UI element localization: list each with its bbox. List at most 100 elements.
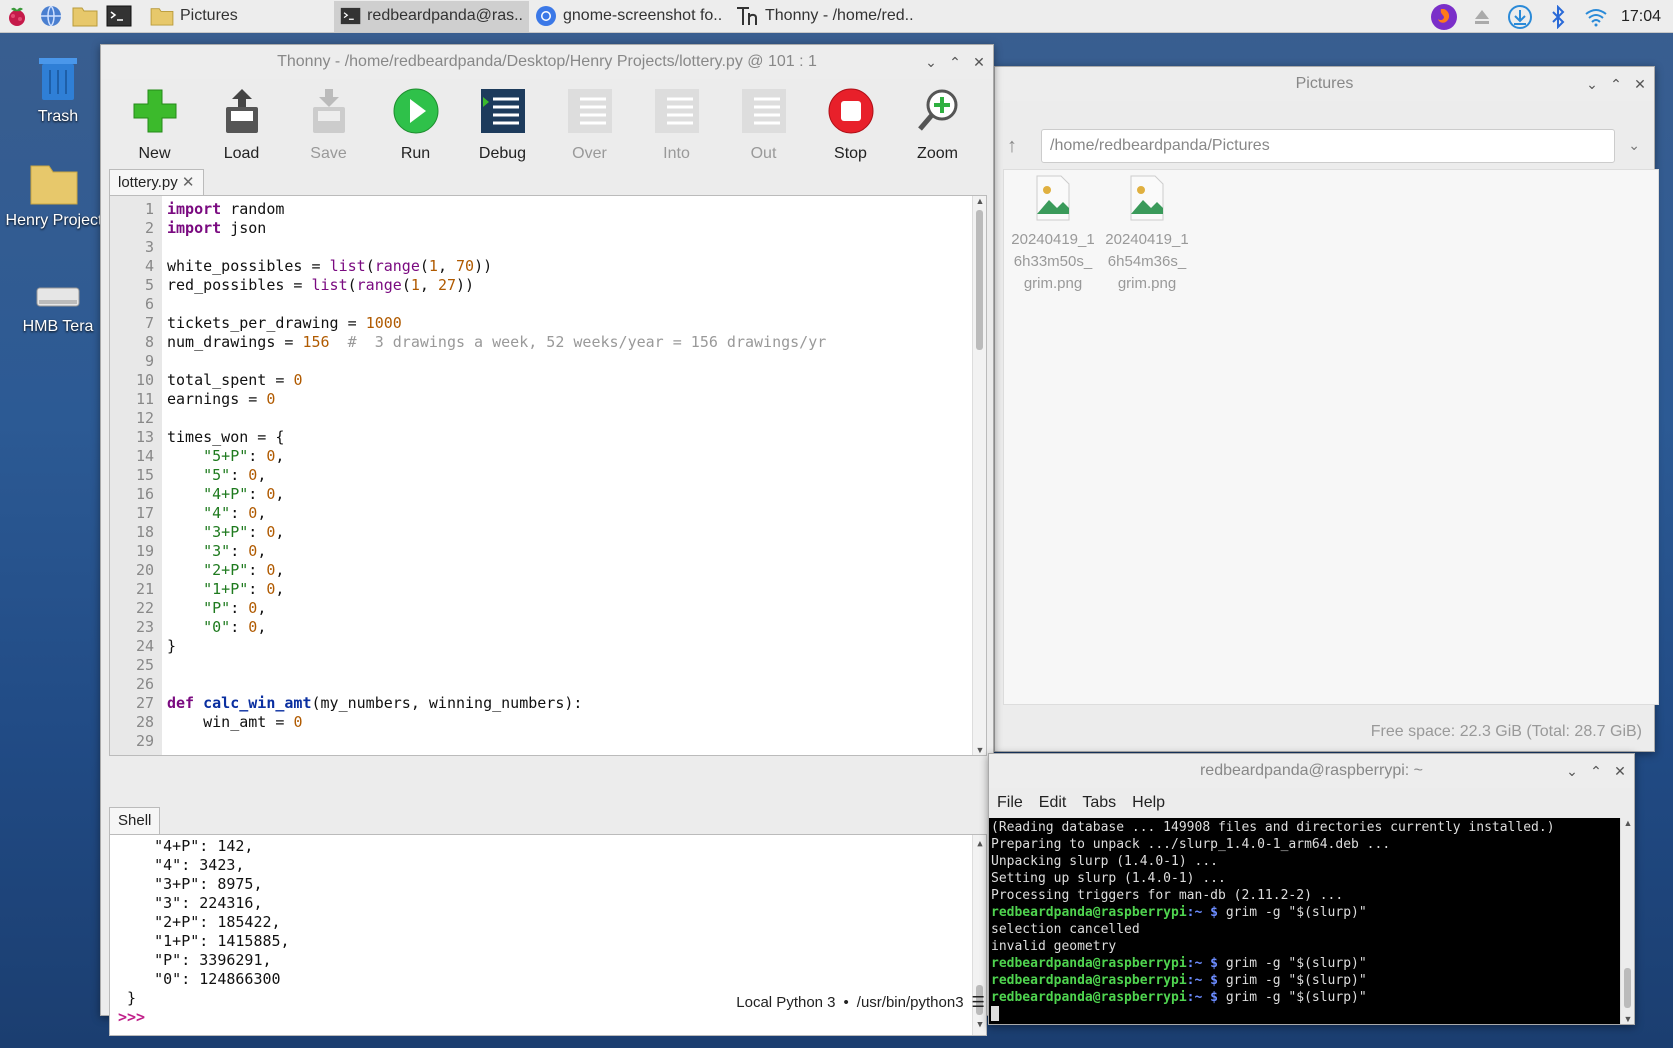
scroll-down-icon[interactable]: ▼ <box>1621 1014 1635 1024</box>
menu-icon[interactable]: ☰ <box>972 993 985 1011</box>
terminal-line: Unpacking slurp (1.4.0-1) ... <box>991 854 1218 869</box>
line-number: 21 <box>135 580 154 598</box>
editor-scrollbar[interactable]: ▲ ▼ <box>972 196 986 755</box>
raspberry-menu-icon[interactable] <box>0 0 34 33</box>
tool-label: Save <box>310 145 347 162</box>
save-button[interactable]: Save <box>285 83 372 201</box>
shell-line: "4": 3423, <box>118 856 245 874</box>
desktop-icon-hmb-tera[interactable]: HMB Tera <box>6 256 110 336</box>
minimize-icon[interactable]: ⌄ <box>923 54 939 71</box>
thonny-titlebar[interactable]: Thonny - /home/redbeardpanda/Desktop/Hen… <box>101 45 993 79</box>
load-button[interactable]: Load <box>198 83 285 201</box>
task-pictures[interactable]: Pictures <box>144 1 334 32</box>
scroll-up-icon[interactable]: ▲ <box>1621 818 1635 828</box>
chevron-down-icon[interactable]: ⌄ <box>1628 137 1640 154</box>
scroll-thumb[interactable] <box>976 210 983 350</box>
line-number: 17 <box>135 504 154 522</box>
terminal-window: redbeardpanda@raspberrypi: ~ ⌄ ⌃ ✕ File Ed… <box>988 753 1635 1025</box>
step-over-button[interactable]: Over <box>546 83 633 201</box>
code-area[interactable]: import random import json white_possible… <box>162 196 986 755</box>
stop-icon <box>825 85 877 137</box>
window-title: Pictures <box>1295 75 1354 92</box>
maximize-icon[interactable]: ⌃ <box>1588 763 1604 780</box>
scroll-up-icon[interactable]: ▲ <box>973 835 986 854</box>
line-number: 25 <box>135 656 154 674</box>
maximize-icon[interactable]: ⌃ <box>947 54 963 71</box>
path-field[interactable]: /home/redbeardpanda/Pictures <box>1041 129 1615 163</box>
step-into-button[interactable]: Into <box>633 83 720 201</box>
scroll-thumb[interactable] <box>1624 968 1631 1008</box>
file-item[interactable]: 20240419_1 6h54m36s_ grim.png <box>1100 174 1194 295</box>
interpreter-status[interactable]: Local Python 3 <box>736 994 835 1011</box>
status-separator: • <box>843 993 849 1011</box>
line-number: 5 <box>144 276 154 294</box>
line-number: 15 <box>135 466 154 484</box>
step-out-button[interactable]: Out <box>720 83 807 201</box>
status-bar: Local Python 3 • /usr/bin/python3 ☰ <box>101 989 993 1015</box>
line-numbers: 1 2 3 4 5 6 7 8 9 10 11 12 13 14 15 16 17 18 19 20 21 22 23 24 2… <box>110 196 162 755</box>
debug-button[interactable]: Debug <box>459 83 546 201</box>
file-item[interactable]: 20240419_1 6h33m50s_ grim.png <box>1006 174 1100 295</box>
up-arrow-icon[interactable]: ↑ <box>1007 135 1017 158</box>
tab-shell[interactable]: Shell <box>109 807 161 835</box>
task-terminal[interactable]: redbeardpanda@ras.. <box>334 0 529 32</box>
trash-icon <box>6 46 110 102</box>
scroll-down-icon[interactable]: ▼ <box>973 1016 986 1035</box>
line-number: 13 <box>135 428 154 446</box>
close-tab-icon[interactable]: ✕ <box>182 174 195 191</box>
task-thonny[interactable]: Thonny - /home/red.. <box>729 1 929 32</box>
firefox-icon[interactable] <box>1425 0 1463 33</box>
minimize-icon[interactable]: ⌄ <box>1584 76 1600 93</box>
desktop-icon-henry-project[interactable]: Henry Project <box>2 150 106 230</box>
terminal-command: grim -g "$(slurp)" <box>1225 973 1367 988</box>
desktop-icon-trash[interactable]: Trash <box>6 46 110 126</box>
scroll-down-icon[interactable]: ▼ <box>973 745 986 755</box>
menu-edit[interactable]: Edit <box>1039 794 1067 812</box>
file-list[interactable]: 20240419_1 6h33m50s_ grim.png 20240419_1… <box>1003 169 1659 705</box>
prompt-user: redbeardpanda@raspberrypi <box>991 973 1187 988</box>
stop-button[interactable]: Stop <box>807 83 894 201</box>
prompt-path: :~ $ <box>1186 990 1218 1005</box>
zoom-button[interactable]: Zoom <box>894 83 981 201</box>
minimize-icon[interactable]: ⌄ <box>1564 763 1580 780</box>
thonny-window: Thonny - /home/redbeardpanda/Desktop/Hen… <box>100 44 994 1036</box>
code-editor[interactable]: 1 2 3 4 5 6 7 8 9 10 11 12 13 14 15 16 17 18 19 20 21 22 23 24 2… <box>109 195 987 756</box>
shell-line: "3+P": 8975, <box>118 875 263 893</box>
wifi-icon[interactable] <box>1577 0 1615 33</box>
terminal-scrollbar[interactable]: ▲ ▼ <box>1620 818 1634 1024</box>
clock[interactable]: 17:04 <box>1615 8 1673 26</box>
close-icon[interactable]: ✕ <box>1632 76 1648 93</box>
run-button[interactable]: Run <box>372 83 459 201</box>
shell-line: "2+P": 185422, <box>118 913 281 931</box>
task-screenshot[interactable]: gnome-screenshot fo.. <box>529 1 729 32</box>
terminal-titlebar[interactable]: redbeardpanda@raspberrypi: ~ ⌄ ⌃ ✕ <box>989 754 1634 788</box>
browser-icon[interactable] <box>34 0 68 33</box>
eject-icon[interactable] <box>1463 0 1501 33</box>
menu-help[interactable]: Help <box>1132 794 1165 812</box>
prompt-user: redbeardpanda@raspberrypi <box>991 990 1187 1005</box>
taskbar: Pictures redbeardpanda@ras.. gnome-scree… <box>0 0 1673 33</box>
close-icon[interactable]: ✕ <box>1612 763 1628 780</box>
file-manager-icon[interactable] <box>68 0 102 33</box>
maximize-icon[interactable]: ⌃ <box>1608 76 1624 93</box>
menu-tabs[interactable]: Tabs <box>1082 794 1116 812</box>
scroll-up-icon[interactable]: ▲ <box>973 196 986 206</box>
close-icon[interactable]: ✕ <box>971 54 987 71</box>
file-manager-titlebar[interactable]: Pictures ⌄ ⌃ ✕ <box>995 67 1654 101</box>
terminal-output[interactable]: (Reading database ... 149908 files and d… <box>989 818 1634 1024</box>
update-icon[interactable] <box>1501 0 1539 33</box>
shell-line: "P": 3396291, <box>118 951 272 969</box>
terminal-line: (Reading database ... 149908 files and d… <box>991 820 1555 835</box>
terminal-cursor <box>991 1006 999 1021</box>
terminal-icon[interactable] <box>102 0 136 33</box>
terminal-command: grim -g "$(slurp)" <box>1225 905 1367 920</box>
menu-file[interactable]: File <box>997 794 1023 812</box>
save-icon <box>303 85 355 137</box>
interpreter-path[interactable]: /usr/bin/python3 <box>857 994 964 1011</box>
tool-label: Run <box>400 145 431 162</box>
tab-lottery-py[interactable]: lottery.py ✕ <box>109 169 204 197</box>
chromium-icon <box>536 6 556 26</box>
bluetooth-icon[interactable] <box>1539 0 1577 33</box>
load-icon <box>216 85 268 137</box>
image-file-icon <box>1130 175 1164 221</box>
